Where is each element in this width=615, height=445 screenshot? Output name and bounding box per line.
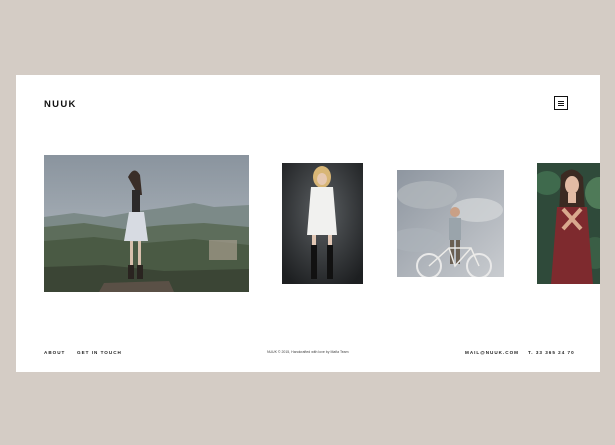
menu-button[interactable] (554, 96, 568, 110)
woman-on-cliff-photo[interactable] (44, 155, 249, 292)
email-link[interactable]: MAIL@NUUK.COM (465, 350, 519, 355)
get-in-touch-link[interactable]: GET IN TOUCH (77, 350, 122, 355)
woman-red-dress-photo[interactable] (537, 163, 600, 284)
copyright-credit: NUUK © 2015, Handcrafted with love by Ma… (267, 350, 349, 354)
hamburger-menu-icon (558, 100, 564, 106)
page-panel: NUUK ABOUT GET IN TOUCH NUUK © 2015, Han… (16, 75, 600, 372)
site-logo[interactable]: NUUK (44, 99, 77, 110)
about-link[interactable]: ABOUT (44, 350, 65, 355)
phone-number: T. 33 365 24 70 (528, 350, 575, 355)
woman-white-dress-photo[interactable] (282, 163, 363, 284)
man-with-bicycle-photo[interactable] (397, 170, 504, 277)
